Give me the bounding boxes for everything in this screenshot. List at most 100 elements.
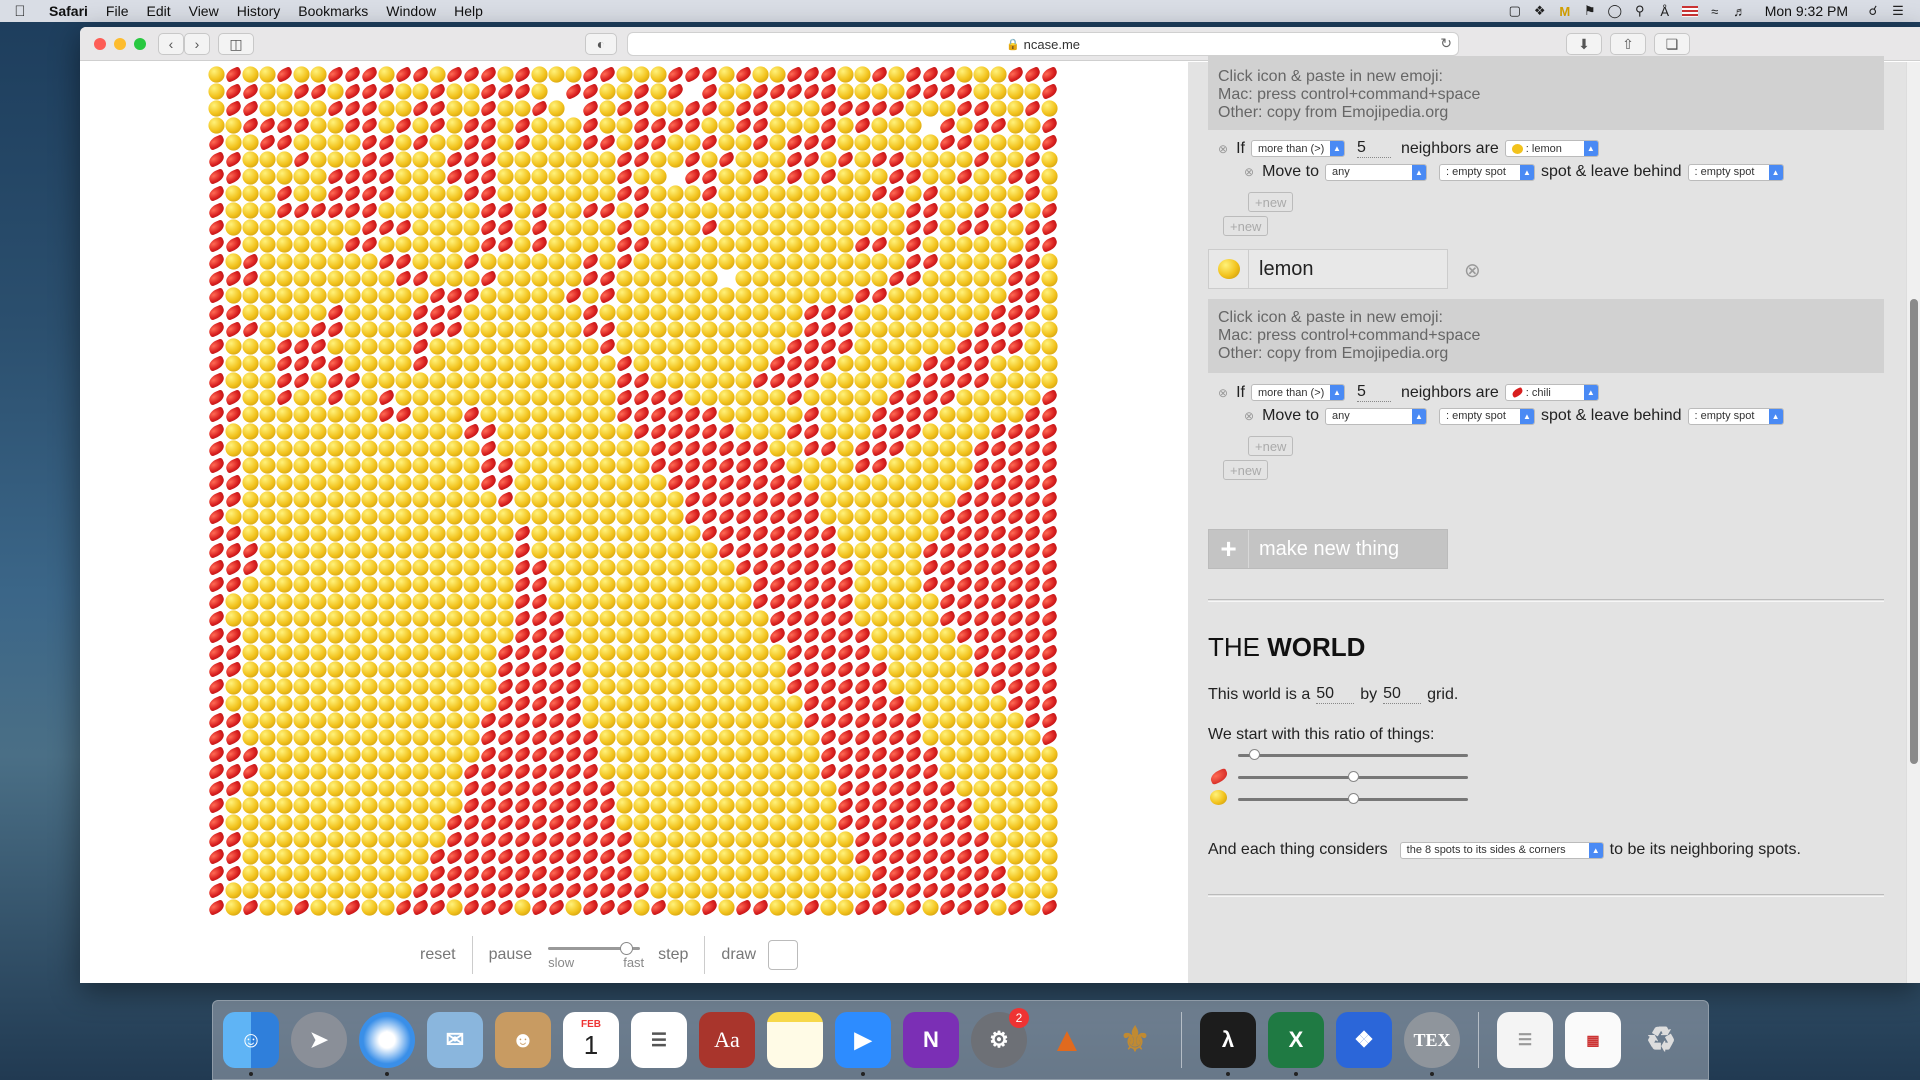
- lemon-cell[interactable]: [990, 100, 1007, 117]
- chili-cell[interactable]: [614, 372, 635, 389]
- chili-cell[interactable]: [478, 270, 499, 287]
- chili-cell[interactable]: [1022, 457, 1043, 474]
- lemon-cell[interactable]: [633, 355, 650, 372]
- chili-cell[interactable]: [478, 457, 499, 474]
- chili-cell[interactable]: [274, 134, 295, 151]
- lemon-cell[interactable]: [922, 168, 939, 185]
- chili-cell[interactable]: [206, 355, 227, 372]
- chili-cell[interactable]: [631, 151, 652, 168]
- lemon-cell[interactable]: [327, 848, 344, 865]
- lemon-cell[interactable]: [361, 746, 378, 763]
- lemon-cell[interactable]: [684, 797, 701, 814]
- lemon-cell[interactable]: [259, 797, 276, 814]
- lemon-cell[interactable]: [1041, 321, 1058, 338]
- lemon-cell[interactable]: [650, 321, 667, 338]
- leave-behind-select[interactable]: : empty spot ▲: [1687, 407, 1784, 425]
- lemon-cell[interactable]: [735, 389, 752, 406]
- lemon-cell[interactable]: [650, 474, 667, 491]
- lemon-cell[interactable]: [429, 712, 446, 729]
- chili-cell[interactable]: [359, 100, 380, 117]
- chili-cell[interactable]: [988, 474, 1009, 491]
- lemon-cell[interactable]: [582, 661, 599, 678]
- lemon-cell[interactable]: [497, 372, 514, 389]
- lemon-cell[interactable]: [837, 882, 854, 899]
- chili-cell[interactable]: [495, 797, 516, 814]
- lemon-cell[interactable]: [803, 746, 820, 763]
- chili-cell[interactable]: [852, 117, 873, 134]
- empty-cell[interactable]: [565, 100, 582, 117]
- lemon-cell[interactable]: [973, 185, 990, 202]
- chili-cell[interactable]: [444, 848, 465, 865]
- lemon-cell[interactable]: [276, 440, 293, 457]
- lemon-cell[interactable]: [463, 695, 480, 712]
- lemon-cell[interactable]: [327, 559, 344, 576]
- lemon-cell[interactable]: [463, 746, 480, 763]
- lemon-cell[interactable]: [701, 117, 718, 134]
- chili-cell[interactable]: [580, 899, 601, 916]
- lemon-cell[interactable]: [701, 678, 718, 695]
- lemon-cell[interactable]: [769, 644, 786, 661]
- chili-cell[interactable]: [546, 678, 567, 695]
- chili-cell[interactable]: [240, 253, 261, 270]
- chili-cell[interactable]: [750, 576, 771, 593]
- lemon-cell[interactable]: [701, 746, 718, 763]
- chili-cell[interactable]: [546, 746, 567, 763]
- lemon-cell[interactable]: [582, 219, 599, 236]
- lemon-cell[interactable]: [293, 508, 310, 525]
- dock-contacts[interactable]: ☻: [495, 1012, 551, 1068]
- chili-cell[interactable]: [580, 83, 601, 100]
- chili-cell[interactable]: [784, 372, 805, 389]
- chili-cell[interactable]: [529, 831, 550, 848]
- chili-cell[interactable]: [852, 457, 873, 474]
- chili-cell[interactable]: [376, 219, 397, 236]
- lemon-cell[interactable]: [276, 168, 293, 185]
- lemon-cell[interactable]: [565, 236, 582, 253]
- chili-cell[interactable]: [427, 100, 448, 117]
- chili-cell[interactable]: [478, 83, 499, 100]
- chili-cell[interactable]: [1039, 508, 1060, 525]
- lemon-cell[interactable]: [803, 270, 820, 287]
- chili-cell[interactable]: [478, 66, 499, 83]
- lemon-cell[interactable]: [599, 508, 616, 525]
- lemon-cell[interactable]: [837, 423, 854, 440]
- empty-ratio-slider[interactable]: [1238, 749, 1468, 760]
- lemon-cell[interactable]: [1041, 355, 1058, 372]
- chili-cell[interactable]: [563, 661, 584, 678]
- lemon-cell[interactable]: [463, 525, 480, 542]
- lemon-cell[interactable]: [225, 219, 242, 236]
- chili-cell[interactable]: [614, 219, 635, 236]
- chili-cell[interactable]: [206, 440, 227, 457]
- lemon-cell[interactable]: [276, 576, 293, 593]
- chili-cell[interactable]: [461, 66, 482, 83]
- lemon-cell[interactable]: [837, 899, 854, 916]
- chili-cell[interactable]: [835, 559, 856, 576]
- lemon-cell[interactable]: [361, 865, 378, 882]
- chili-cell[interactable]: [886, 389, 907, 406]
- lemon-cell[interactable]: [276, 610, 293, 627]
- lemon-cell[interactable]: [905, 151, 922, 168]
- lemon-cell[interactable]: [701, 712, 718, 729]
- lemon-cell[interactable]: [888, 253, 905, 270]
- lemon-cell[interactable]: [956, 406, 973, 423]
- lemon-cell[interactable]: [242, 865, 259, 882]
- chili-cell[interactable]: [784, 423, 805, 440]
- chili-cell[interactable]: [1005, 627, 1026, 644]
- lemon-cell[interactable]: [548, 185, 565, 202]
- chili-cell[interactable]: [223, 321, 244, 338]
- lemon-cell[interactable]: [718, 321, 735, 338]
- chili-cell[interactable]: [852, 287, 873, 304]
- lemon-cell[interactable]: [650, 831, 667, 848]
- chili-cell[interactable]: [988, 423, 1009, 440]
- chili-cell[interactable]: [801, 661, 822, 678]
- lemon-cell[interactable]: [1007, 831, 1024, 848]
- lemon-cell[interactable]: [378, 780, 395, 797]
- lemon-cell[interactable]: [361, 321, 378, 338]
- lemon-cell[interactable]: [412, 406, 429, 423]
- new-rule-button[interactable]: +new: [1223, 460, 1269, 480]
- lemon-cell[interactable]: [531, 66, 548, 83]
- lemon-cell[interactable]: [480, 321, 497, 338]
- chili-cell[interactable]: [546, 644, 567, 661]
- lemon-cell[interactable]: [514, 440, 531, 457]
- lemon-cell[interactable]: [310, 287, 327, 304]
- chili-cell[interactable]: [903, 406, 924, 423]
